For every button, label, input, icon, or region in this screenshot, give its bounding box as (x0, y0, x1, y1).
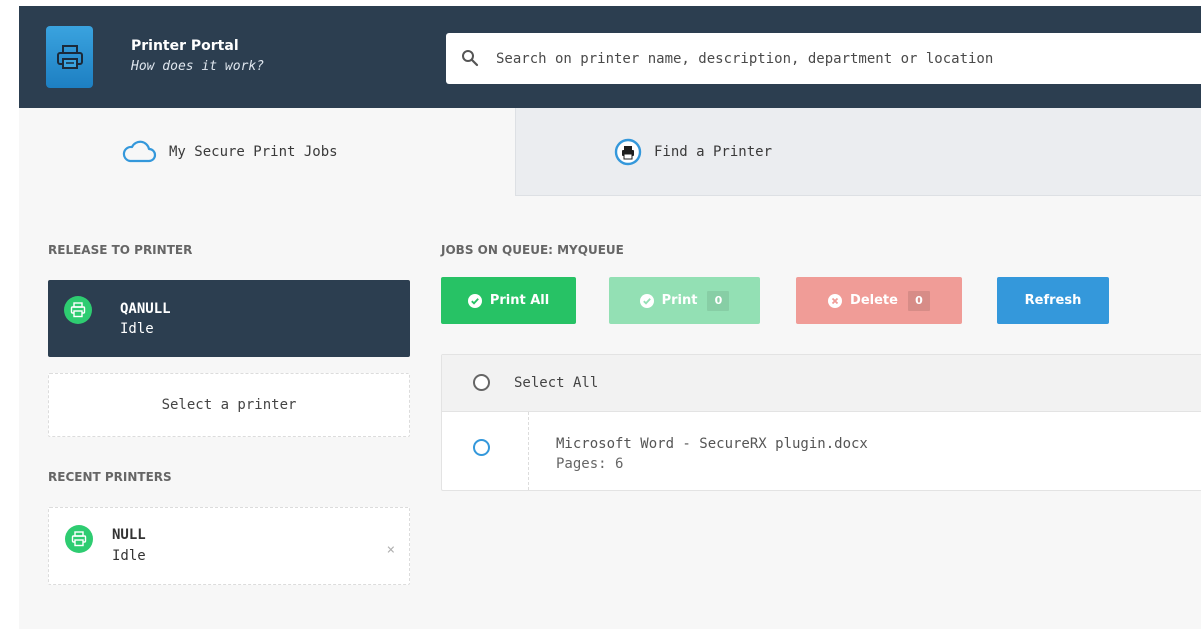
printer-status: Idle (112, 548, 146, 564)
print-count-badge: 0 (707, 290, 730, 311)
printer-circle-icon (614, 138, 642, 166)
button-label: Print All (489, 293, 550, 308)
print-button[interactable]: Print 0 (609, 277, 760, 324)
delete-count-badge: 0 (907, 290, 930, 311)
top-header: Printer Portal How does it work? (19, 6, 1201, 108)
how-it-works-link[interactable]: How does it work? (131, 59, 264, 74)
button-label: Refresh (1024, 293, 1082, 308)
printer-status: Idle (120, 321, 154, 337)
x-circle-icon (828, 293, 843, 308)
delete-button[interactable]: Delete 0 (796, 277, 962, 324)
tab-label: Find a Printer (654, 143, 773, 160)
printer-icon (64, 296, 92, 324)
selected-printer-card[interactable]: QANULL Idle (48, 280, 410, 357)
cloud-icon (121, 140, 157, 164)
tab-find-a-printer[interactable]: Find a Printer (515, 108, 1201, 196)
printer-icon (65, 525, 93, 553)
refresh-button[interactable]: Refresh (997, 277, 1109, 324)
button-label: Delete (850, 293, 898, 308)
check-circle-icon (467, 293, 482, 308)
printer-logo-icon[interactable] (46, 26, 93, 88)
select-all-label[interactable]: Select All (514, 375, 598, 391)
tab-my-secure-print-jobs[interactable]: My Secure Print Jobs (19, 108, 515, 196)
print-all-button[interactable]: Print All (441, 277, 576, 324)
jobs-table: Select All Microsoft Word - SecureRX plu… (441, 354, 1201, 491)
search-input[interactable] (496, 33, 1186, 84)
jobs-on-queue-title: JOBS ON QUEUE: MYQUEUE (441, 243, 624, 257)
button-label: Print (661, 293, 698, 308)
job-select-radio[interactable] (473, 439, 490, 456)
search-icon (461, 49, 479, 71)
printer-name: NULL (112, 527, 146, 543)
app-title: Printer Portal (131, 38, 239, 54)
tab-label: My Secure Print Jobs (169, 144, 338, 160)
printer-name: QANULL (120, 301, 171, 317)
search-box (446, 33, 1201, 84)
close-icon[interactable]: × (387, 542, 395, 558)
select-printer-box[interactable]: Select a printer (48, 373, 410, 437)
release-to-printer-title: RELEASE TO PRINTER (48, 243, 193, 257)
recent-printer-card[interactable]: NULL Idle × (48, 507, 410, 585)
check-circle-icon (639, 293, 654, 308)
job-pages: Pages: 6 (556, 456, 624, 472)
job-name: Microsoft Word - SecureRX plugin.docx (556, 436, 868, 452)
select-all-radio[interactable] (473, 374, 490, 391)
printer-portal-app: Printer Portal How does it work? My Secu… (19, 6, 1201, 629)
row-divider (528, 412, 529, 490)
recent-printers-title: RECENT PRINTERS (48, 470, 172, 484)
select-printer-label: Select a printer (161, 397, 297, 413)
